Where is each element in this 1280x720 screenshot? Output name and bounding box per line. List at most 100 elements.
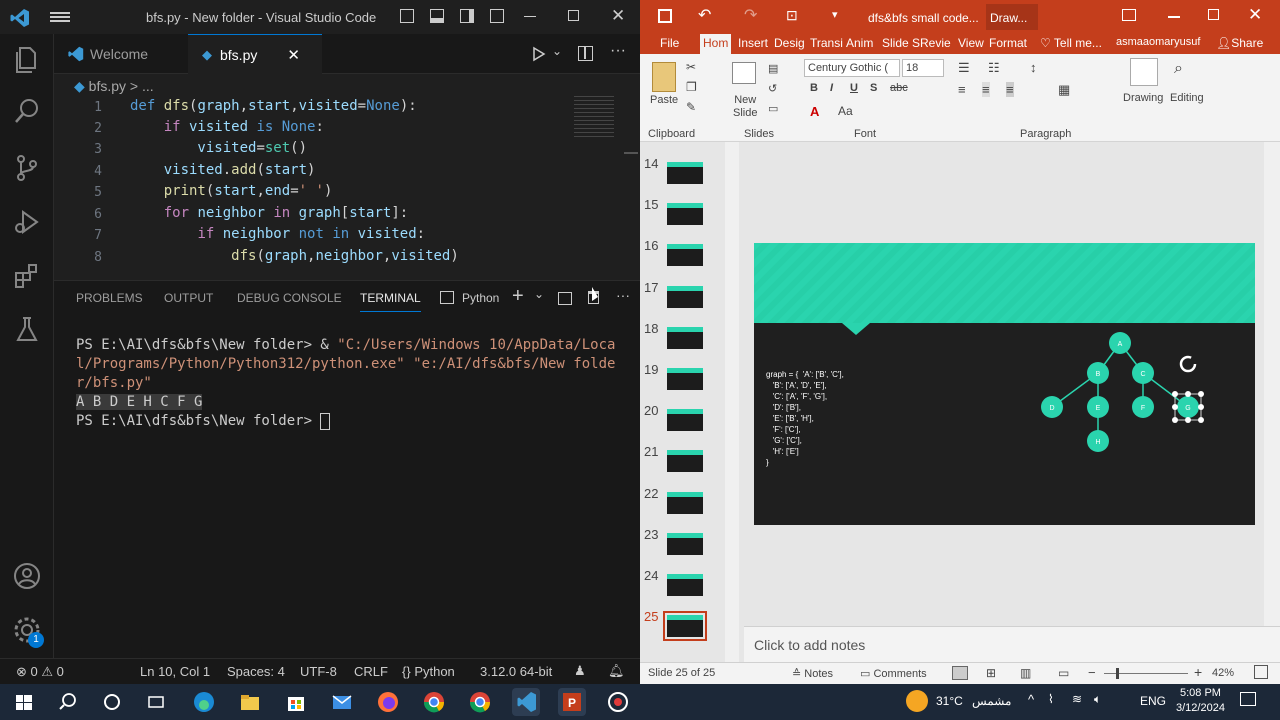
italic-button[interactable]: I — [830, 82, 833, 94]
editing-button[interactable]: Editing — [1170, 92, 1204, 104]
run-icon[interactable] — [532, 46, 546, 62]
cortana-icon[interactable] — [98, 688, 126, 716]
zoom-out-icon[interactable]: − — [1088, 665, 1096, 680]
chevron-down-icon[interactable]: ⌄ — [552, 44, 562, 58]
tab-home[interactable]: Hom — [700, 34, 732, 54]
new-terminal-icon[interactable]: + — [512, 285, 524, 308]
tab-format[interactable]: Format — [989, 36, 1027, 50]
slide-thumbnail[interactable] — [667, 533, 703, 555]
tab-output[interactable]: OUTPUT — [164, 291, 213, 305]
store-icon[interactable] — [282, 688, 310, 716]
find-icon[interactable]: ⌕ — [1174, 60, 1183, 78]
font-size-select[interactable]: 18 — [902, 59, 944, 77]
problems-indicator[interactable]: ⊗ 0 ⚠ 0 — [16, 664, 64, 680]
graph-node[interactable]: C — [1132, 362, 1154, 384]
network-icon[interactable]: ⌇ — [1048, 692, 1054, 706]
bold-button[interactable]: B — [810, 82, 818, 94]
comments-toggle[interactable]: ▭ Comments — [860, 667, 927, 680]
tab-insert[interactable]: Insert — [738, 36, 768, 50]
slide-thumbnail[interactable] — [667, 574, 703, 596]
toggle-panel-icon[interactable] — [430, 9, 444, 23]
text-direction-icon[interactable]: ▦ — [1058, 82, 1070, 98]
mail-icon[interactable] — [328, 688, 356, 716]
split-editor-icon[interactable] — [578, 46, 593, 61]
thumbnails-scrollbar[interactable] — [725, 142, 739, 662]
undo-icon[interactable]: ↶ — [698, 5, 711, 25]
minimize-icon[interactable] — [524, 16, 536, 17]
firefox-icon[interactable] — [374, 688, 402, 716]
minimize-icon[interactable] — [1168, 16, 1180, 18]
powerpoint-taskbar-icon[interactable]: P — [558, 688, 586, 716]
shadow-button[interactable]: S — [870, 82, 877, 94]
volume-icon[interactable]: 🔈︎ — [1094, 692, 1101, 707]
numbering-icon[interactable]: ☷ — [988, 60, 1000, 76]
explorer-icon[interactable] — [11, 44, 43, 76]
language-mode[interactable]: {} Python — [402, 664, 455, 679]
vscode-taskbar-icon[interactable] — [512, 688, 540, 716]
align-left-icon[interactable]: ≡ — [958, 82, 966, 97]
edge-icon[interactable] — [190, 688, 218, 716]
notes-toggle[interactable]: ≙ Notes — [792, 667, 833, 680]
presenter-icon[interactable]: ⊡ — [786, 7, 798, 24]
new-slide-button[interactable]: New Slide — [733, 94, 757, 120]
encoding[interactable]: UTF-8 — [300, 664, 337, 679]
show-hidden-icons-icon[interactable]: ^ — [1028, 692, 1034, 707]
bullets-icon[interactable]: ☰ — [958, 60, 970, 76]
tab-transitions[interactable]: Transi — [810, 36, 843, 50]
slide-scrollbar[interactable] — [1264, 142, 1280, 626]
graph-node[interactable]: A — [1109, 332, 1131, 354]
slide-thumbnail[interactable] — [667, 162, 703, 184]
tab-file[interactable]: File — [660, 36, 679, 50]
format-painter-icon[interactable]: ✎ — [686, 100, 696, 114]
tell-me-search[interactable]: ♡ Tell me... — [1040, 36, 1102, 50]
scrollbar[interactable] — [624, 152, 638, 154]
language-indicator[interactable]: ENG — [1140, 694, 1166, 708]
graph-node[interactable]: B — [1087, 362, 1109, 384]
python-interpreter[interactable]: 3.12.0 64-bit — [480, 664, 552, 679]
tab-view[interactable]: View — [958, 36, 984, 50]
font-color-icon[interactable]: A — [810, 104, 819, 119]
toggle-secondary-sidebar-icon[interactable] — [460, 9, 474, 23]
zoom-level[interactable]: 42% — [1212, 667, 1234, 679]
notifications-bell-icon[interactable]: 🔔︎ — [608, 663, 625, 679]
graph-node[interactable]: E — [1087, 396, 1109, 418]
tab-welcome[interactable]: Welcome — [54, 34, 188, 74]
graph-node-selected[interactable]: G — [1172, 391, 1204, 423]
change-case-icon[interactable]: Aa — [838, 104, 853, 118]
zoom-slider-thumb[interactable] — [1116, 668, 1119, 679]
clock[interactable]: 5:08 PM 3/12/2024 — [1176, 686, 1225, 716]
reading-view-icon[interactable]: ▥ — [1020, 666, 1031, 680]
copy-icon[interactable]: ❐ — [686, 80, 697, 94]
save-icon[interactable] — [658, 9, 672, 23]
terminal-output[interactable]: PS E:\AI\dfs&bfs\New folder> & "C:/Users… — [76, 336, 626, 431]
tab-review[interactable]: Revie — [920, 36, 951, 50]
section-icon[interactable]: ▭ — [768, 102, 778, 115]
redo-icon[interactable]: ↷ — [744, 5, 757, 25]
chrome-profile-icon[interactable] — [466, 688, 494, 716]
toggle-sidebar-icon[interactable] — [400, 9, 414, 23]
tab-animations[interactable]: Anim — [846, 36, 873, 50]
slide-thumbnail[interactable] — [667, 244, 703, 266]
split-terminal-icon[interactable] — [558, 292, 572, 305]
ribbon-display-icon[interactable] — [1122, 9, 1136, 21]
extensions-icon[interactable] — [11, 260, 43, 292]
wifi-icon[interactable]: ≋ — [1072, 692, 1082, 706]
menu-icon[interactable] — [50, 10, 70, 24]
notes-pane[interactable]: Click to add notes — [744, 626, 1280, 662]
chevron-down-icon[interactable]: ⌄ — [534, 287, 544, 301]
slide-thumbnail-selected[interactable] — [663, 611, 707, 641]
close-icon[interactable]: ✕ — [1248, 5, 1262, 25]
drawing-button[interactable]: Drawing — [1123, 92, 1163, 104]
terminal-python-label[interactable]: Python — [462, 291, 499, 305]
paste-icon[interactable] — [652, 62, 676, 92]
graph-diagram[interactable]: A B C D E F G H — [1034, 327, 1214, 457]
reset-icon[interactable]: ↺ — [768, 82, 777, 95]
weather-temp[interactable]: 31°C — [936, 694, 963, 708]
tab-problems[interactable]: PROBLEMS — [76, 291, 143, 305]
cursor-position[interactable]: Ln 10, Col 1 — [140, 664, 210, 679]
normal-view-icon[interactable] — [952, 666, 968, 680]
minimap[interactable] — [574, 96, 614, 138]
account-name[interactable]: asmaaomaryusuf — [1116, 36, 1200, 48]
close-icon[interactable]: ✕ — [611, 6, 625, 26]
run-debug-icon[interactable] — [11, 206, 43, 238]
